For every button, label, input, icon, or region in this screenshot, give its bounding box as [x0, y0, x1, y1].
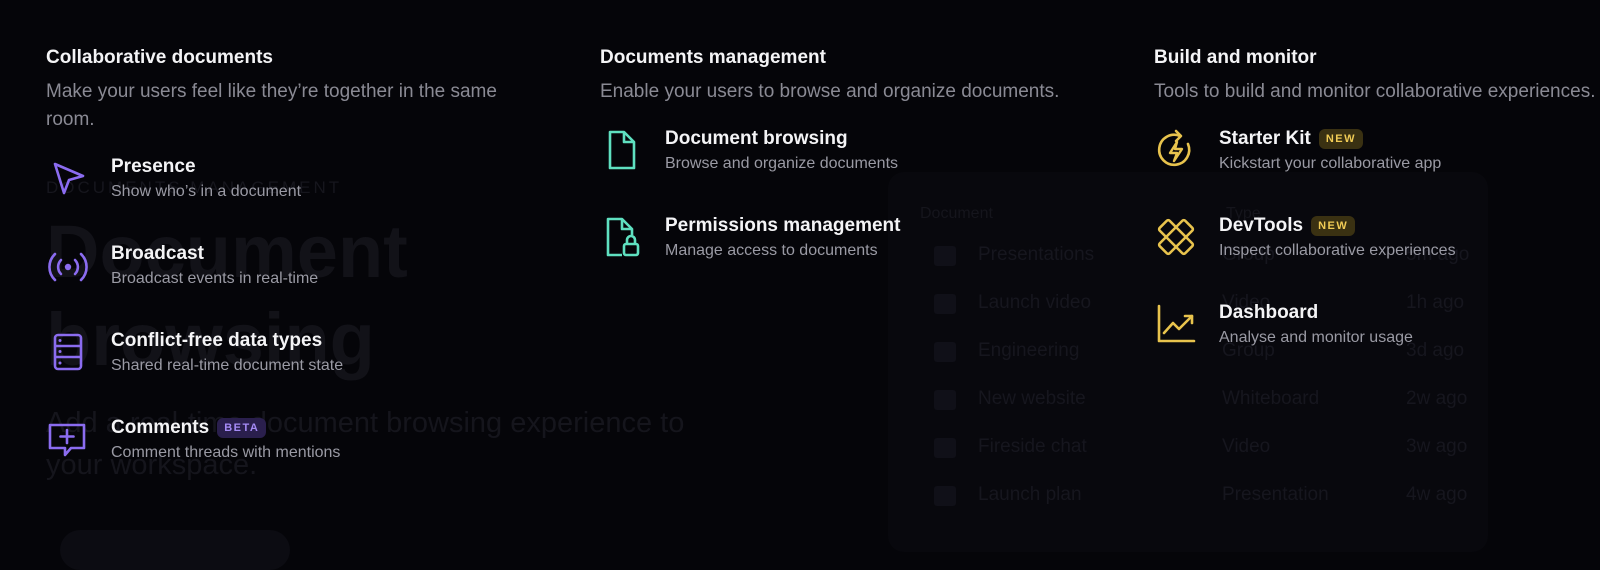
column-description: Tools to build and monitor collaborative…: [1154, 81, 1596, 102]
menu-item-conflict-free-data-types[interactable]: Conflict-free data types Shared real-time…: [46, 328, 546, 415]
file-lock-icon: [600, 215, 644, 259]
menu-item-description: Inspect collaborative experiences: [1219, 242, 1456, 259]
devtools-icon: [1154, 215, 1198, 259]
menu-item-broadcast[interactable]: Broadcast Broadcast events in real-time: [46, 241, 546, 328]
column-title: Documents management: [600, 47, 826, 68]
beta-badge: BETA: [217, 418, 267, 438]
menu-item-title: DevTools: [1219, 215, 1304, 236]
menu-item-description: Manage access to documents: [665, 242, 878, 259]
column-build-and-monitor: Build and monitor Tools to build and mon…: [1154, 45, 1600, 387]
menu-item-comments[interactable]: Comments BETA Comment threads with mention…: [46, 415, 546, 502]
new-badge: NEW: [1318, 129, 1364, 149]
menu-item-title: Starter Kit: [1219, 128, 1311, 149]
menu-item-description: Analyse and monitor usage: [1219, 329, 1413, 346]
menu-item-permissions-management[interactable]: Permissions management Manage access to d…: [600, 213, 1100, 300]
broadcast-icon: [46, 243, 90, 287]
cursor-icon: [46, 156, 90, 200]
column-documents-management: Documents management Enable your users t…: [600, 45, 1100, 300]
starter-kit-icon: [1154, 128, 1198, 172]
menu-item-description: Kickstart your collaborative app: [1219, 155, 1442, 172]
column-title: Build and monitor: [1154, 47, 1317, 68]
column-description: Enable your users to browse and organize…: [600, 81, 1060, 102]
menu-item-document-browsing[interactable]: Document browsing Browse and organize doc…: [600, 126, 1100, 213]
menu-item-description: Browse and organize documents: [665, 155, 899, 172]
menu-item-title: Document browsing: [665, 128, 848, 149]
chart-icon: [1154, 302, 1198, 346]
column-title: Collaborative documents: [46, 47, 273, 68]
menu-item-description: Comment threads with mentions: [111, 444, 341, 461]
menu-item-description: Show who’s in a document: [111, 183, 302, 200]
database-icon: [46, 330, 90, 374]
comment-icon: [46, 417, 90, 461]
menu-item-title: Comments: [111, 417, 210, 438]
menu-item-starter-kit[interactable]: Starter Kit NEW Kickstart your collaborati…: [1154, 126, 1600, 213]
menu-item-title: Presence: [111, 156, 196, 177]
product-menu: Collaborative documents Make your users …: [46, 45, 1600, 525]
new-badge: NEW: [1311, 216, 1356, 236]
menu-item-description: Broadcast events in real-time: [111, 270, 319, 287]
menu-item-title: Broadcast: [111, 243, 204, 264]
menu-item-presence[interactable]: Presence Show who’s in a document: [46, 154, 546, 241]
column-items: Starter Kit NEW Kickstart your collaborati…: [1154, 126, 1600, 387]
file-icon: [600, 128, 644, 172]
column-description: Make your users feel like they’re togeth…: [46, 81, 497, 130]
column-collaborative-documents: Collaborative documents Make your users …: [46, 45, 546, 502]
menu-item-dashboard[interactable]: Dashboard Analyse and monitor usage: [1154, 300, 1600, 387]
background-button: [60, 530, 290, 570]
column-items: Presence Show who’s in a document Broadcas…: [46, 154, 546, 502]
menu-item-devtools[interactable]: DevTools NEW Inspect collaborative experie…: [1154, 213, 1600, 300]
menu-item-title: Dashboard: [1219, 302, 1319, 323]
menu-item-title: Conflict-free data types: [111, 330, 323, 351]
column-items: Document browsing Browse and organize doc…: [600, 126, 1100, 300]
menu-item-description: Shared real-time document state: [111, 357, 344, 374]
menu-item-title: Permissions management: [665, 215, 901, 236]
